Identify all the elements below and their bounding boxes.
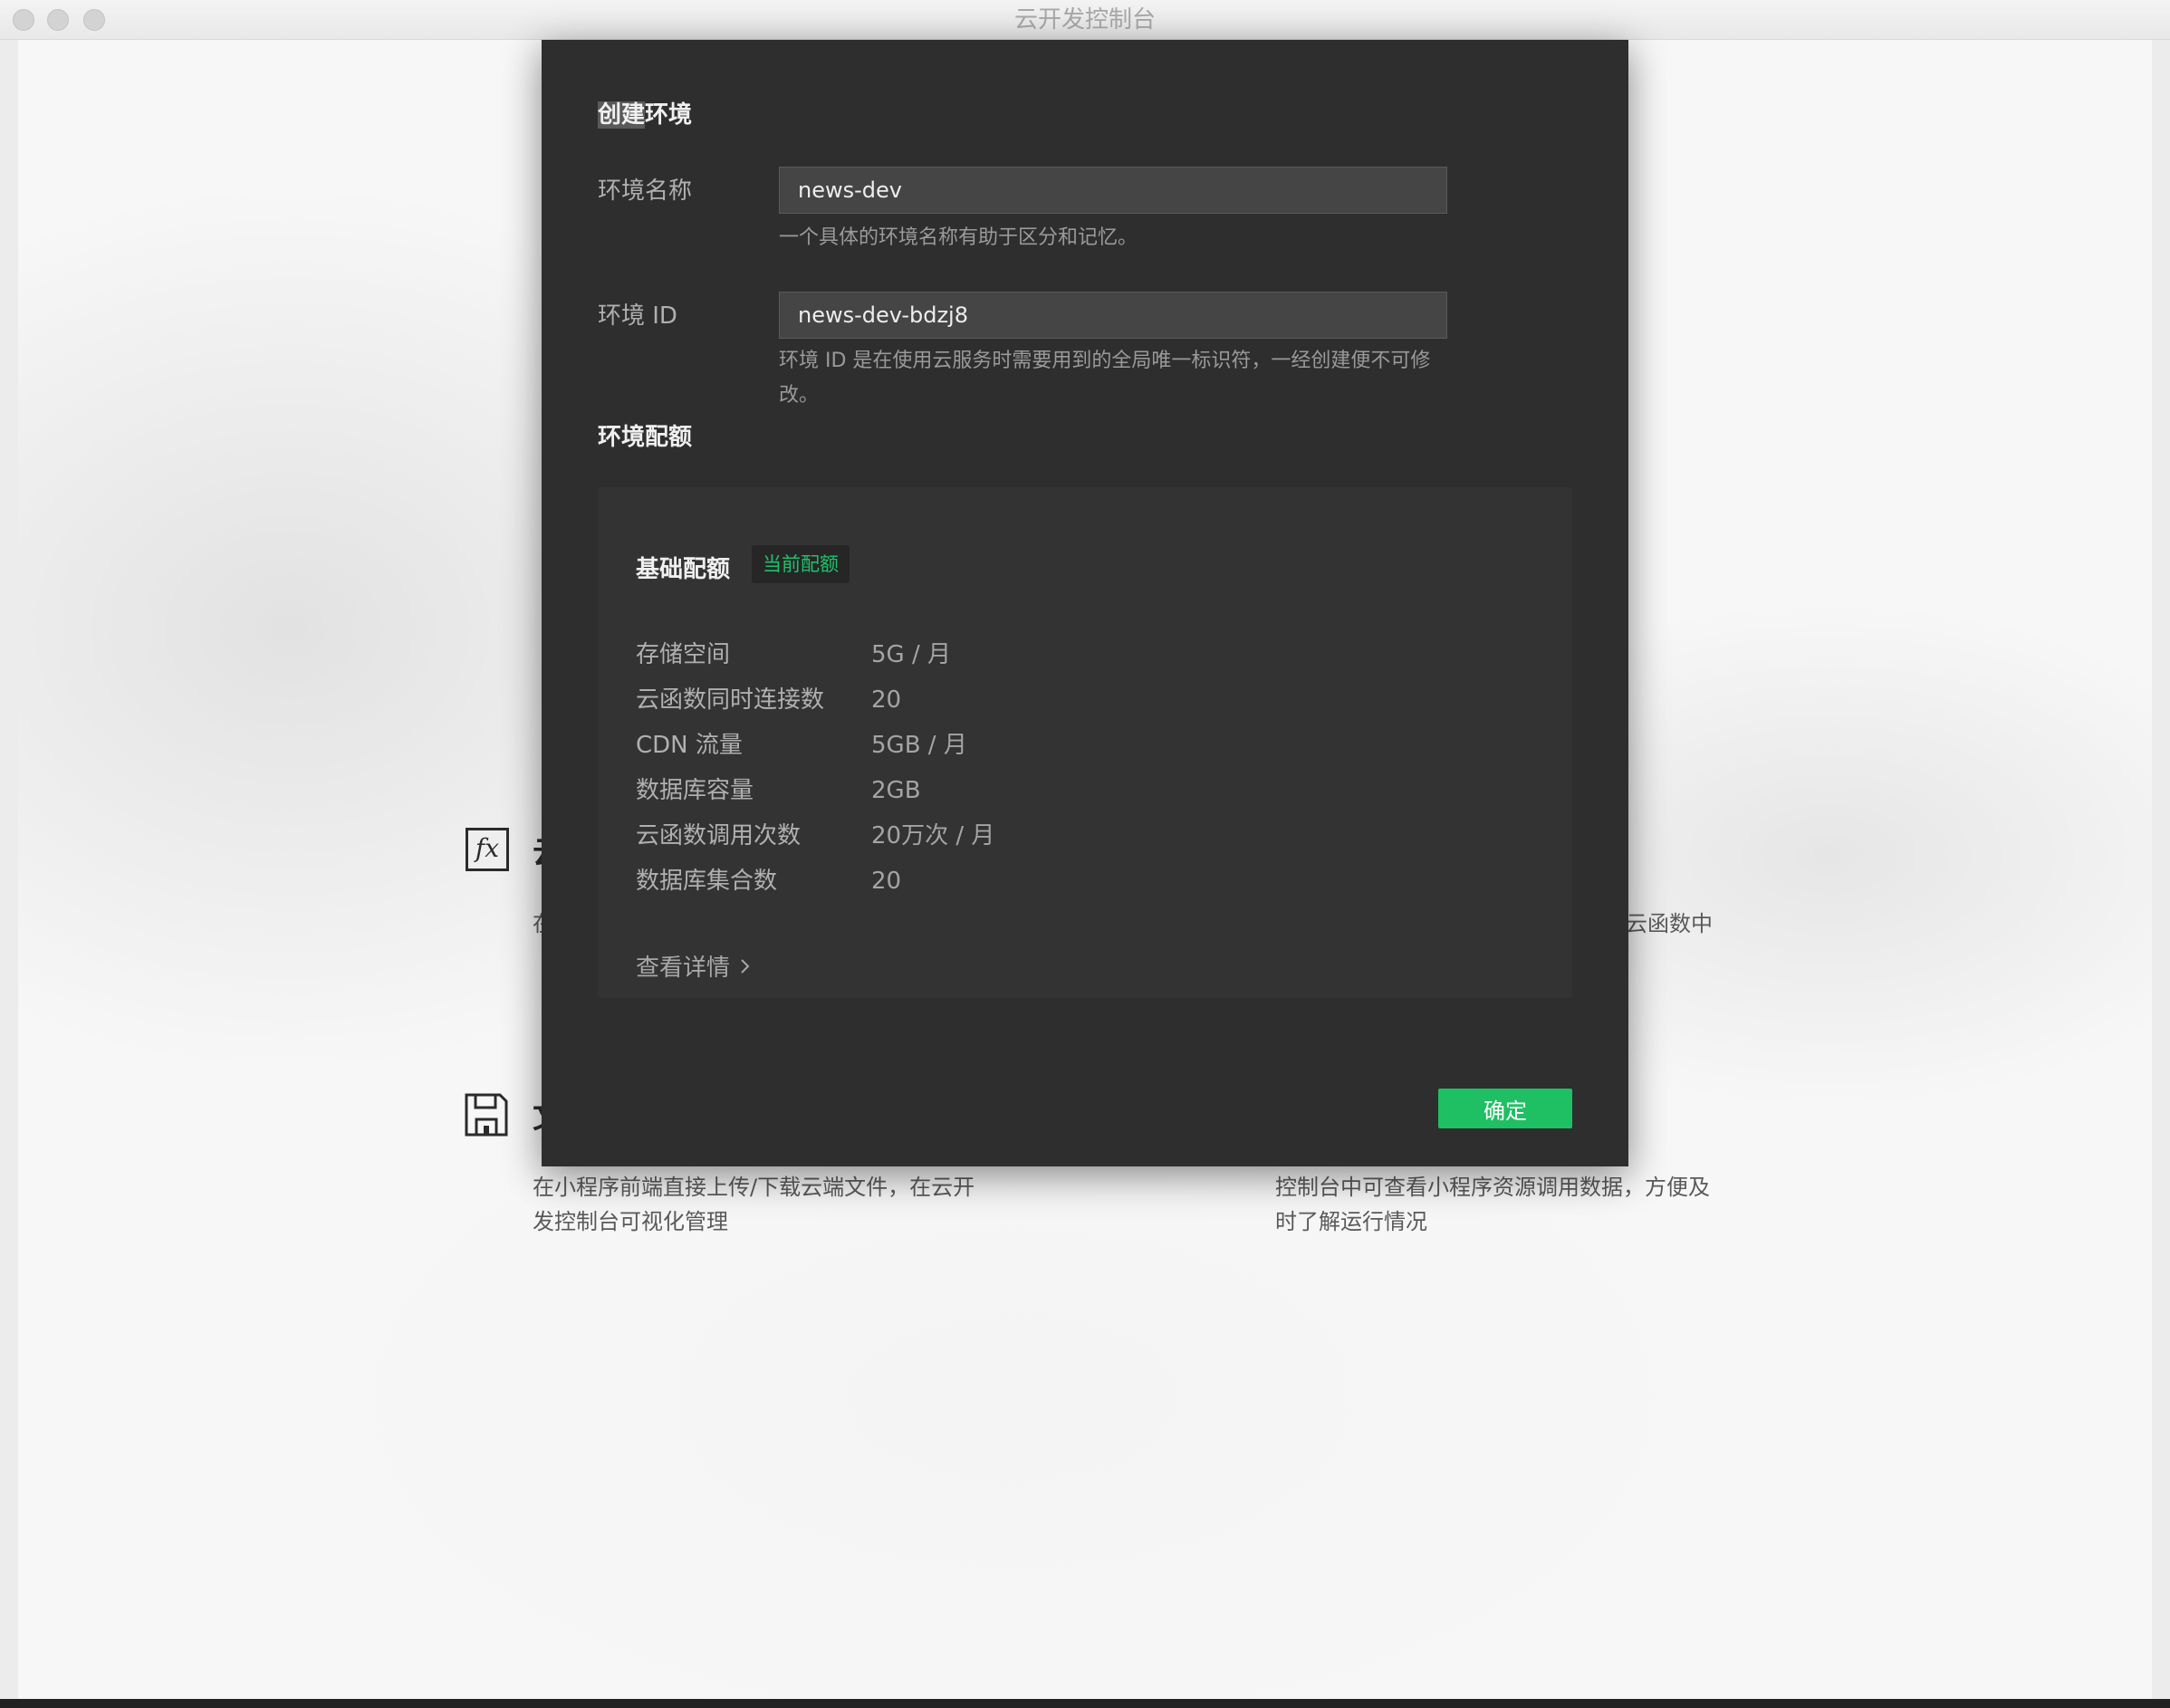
env-name-label: 环境名称 xyxy=(598,178,693,205)
title-bar: 云开发控制台 xyxy=(0,0,2170,40)
quota-value: 20 xyxy=(871,686,902,714)
quota-key: 存储空间 xyxy=(636,641,731,668)
quota-value: 20 xyxy=(871,868,902,895)
quota-key: 数据库集合数 xyxy=(636,868,778,895)
quota-key: 数据库容量 xyxy=(636,777,754,804)
view-details-label: 查看详情 xyxy=(636,955,731,982)
confirm-button[interactable]: 确定 xyxy=(1438,1089,1572,1128)
quota-value: 2GB xyxy=(871,777,921,804)
env-id-label: 环境 ID xyxy=(598,302,677,330)
quota-section-title: 环境配额 xyxy=(598,424,693,451)
quota-key: CDN 流量 xyxy=(636,732,743,759)
quota-key: 云函数调用次数 xyxy=(636,822,802,849)
quota-plan-name: 基础配额 xyxy=(636,556,731,583)
save-icon xyxy=(465,1093,508,1137)
env-id-hint: 环境 ID 是在使用云服务时需要用到的全局唯一标识符，一经创建便不可修 改。 xyxy=(779,350,1431,407)
chevron-right-icon xyxy=(741,958,750,974)
current-quota-badge: 当前配额 xyxy=(752,545,850,583)
view-details-link[interactable]: 查看详情 xyxy=(636,949,752,983)
bottom-edge xyxy=(0,1699,2170,1708)
dialog-title: 创建环境 xyxy=(598,101,693,129)
create-env-dialog: 创建环境 环境名称 一个具体的环境名称有助于区分和记忆。 环境 ID 环境 ID… xyxy=(542,40,1628,1166)
window-title: 云开发控制台 xyxy=(1013,6,1156,34)
feature-desc-fragment: 云函数中 xyxy=(1626,911,1713,936)
fx-icon: fx xyxy=(466,828,509,871)
env-id-input[interactable] xyxy=(779,292,1447,339)
quota-value: 20万次 / 月 xyxy=(871,822,995,849)
monitor-feature-desc: 控制台中可查看小程序资源调用数据，方便及 时了解运行情况 xyxy=(1275,1175,1710,1234)
quota-key: 云函数同时连接数 xyxy=(636,686,825,714)
env-name-hint: 一个具体的环境名称有助于区分和记忆。 xyxy=(779,226,1138,249)
quota-value: 5GB / 月 xyxy=(871,732,967,759)
env-name-input[interactable] xyxy=(779,167,1447,214)
quota-value: 5G / 月 xyxy=(871,641,951,668)
app-window: 云开发控制台 fx 云 文 在 云函数中 在小程序前端直接上传/下载云端文件，在… xyxy=(0,0,2170,1708)
storage-feature-desc: 在小程序前端直接上传/下载云端文件，在云开 发控制台可视化管理 xyxy=(533,1175,975,1234)
quota-panel: 基础配额 当前配额 存储空间 5G / 月 云函数同时连接数 20 CDN 流量… xyxy=(598,487,1572,998)
